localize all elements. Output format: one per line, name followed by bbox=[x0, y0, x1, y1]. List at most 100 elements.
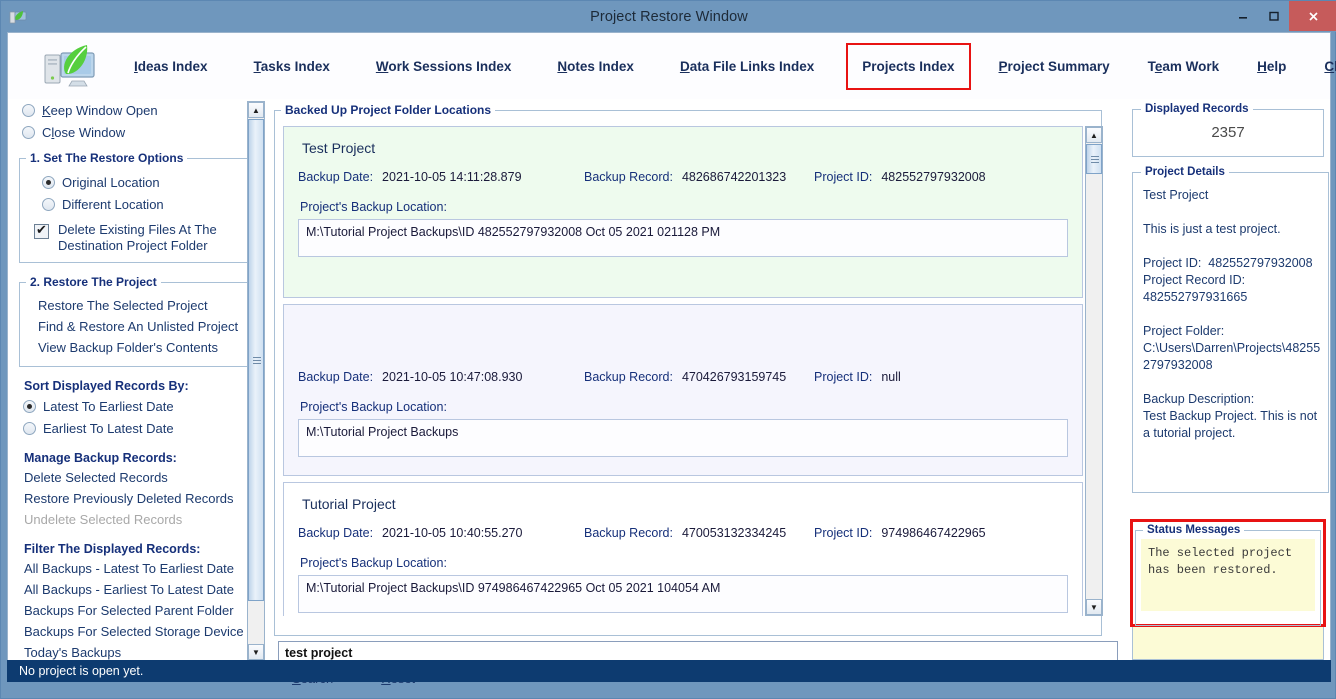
menu-item-ideas-index[interactable]: IIdeas Indexdeas Index bbox=[124, 52, 218, 81]
backup-records-list: Test Project Backup Date: 2021-10-05 14:… bbox=[283, 126, 1083, 616]
backup-record-card[interactable]: Test Project Backup Date: 2021-10-05 14:… bbox=[283, 126, 1083, 298]
backup-date-label: Backup Date: bbox=[298, 370, 374, 384]
scroll-thumb[interactable] bbox=[1086, 144, 1102, 174]
backup-record-label: Backup Record: bbox=[584, 370, 673, 384]
link-todays-backups[interactable]: Today's Backups bbox=[10, 642, 258, 662]
card-project-title: Tutorial Project bbox=[302, 496, 396, 512]
main-menu-bar: IIdeas Indexdeas Index Tasks Index Work … bbox=[8, 33, 1336, 99]
radio-close-window[interactable]: Close Window bbox=[10, 121, 258, 143]
status-messages-legend: Status Messages bbox=[1147, 524, 1241, 536]
backup-location-field[interactable]: M:\Tutorial Project Backups\ID 974986467… bbox=[298, 575, 1068, 613]
menu-item-team-work[interactable]: Team Work bbox=[1138, 52, 1230, 81]
card-project-title bbox=[298, 315, 1068, 348]
menu-item-close-program[interactable]: Close Program bbox=[1314, 52, 1336, 81]
restore-project-legend: 2. Restore The Project bbox=[30, 275, 157, 289]
backup-location-label: Project's Backup Location: bbox=[300, 400, 447, 414]
menu-item-projects-index[interactable]: Projects Index bbox=[846, 42, 971, 90]
backup-record-label: Backup Record: bbox=[584, 170, 673, 184]
scroll-grip bbox=[253, 357, 261, 364]
radio-original-location[interactable]: Original Location bbox=[24, 171, 244, 193]
project-details-legend: Project Details bbox=[1145, 166, 1225, 178]
link-delete-selected-records[interactable]: Delete Selected Records bbox=[10, 467, 258, 488]
displayed-records-value: 2357 bbox=[1211, 124, 1245, 141]
title-bar: Project Restore Window bbox=[1, 1, 1336, 32]
radio-earliest-to-latest[interactable]: Earliest To Latest Date bbox=[10, 417, 258, 439]
radio-label: Earliest To Latest Date bbox=[43, 420, 174, 436]
project-id-value: 482552797932008 bbox=[881, 170, 986, 184]
link-all-backups-earliest-to-latest[interactable]: All Backups - Earliest To Latest Date bbox=[10, 579, 258, 600]
backup-date-label: Backup Date: bbox=[298, 170, 374, 184]
radio-keep-window-open[interactable]: Keep Window Open bbox=[10, 99, 258, 121]
scroll-down-button[interactable]: ▼ bbox=[248, 644, 264, 660]
checkbox-indicator bbox=[34, 222, 49, 239]
close-button[interactable] bbox=[1289, 1, 1336, 31]
backup-record-value: 470053132334245 bbox=[681, 526, 787, 540]
menu-item-project-summary[interactable]: Project Summary bbox=[989, 52, 1120, 81]
status-messages-highlight: Status Messages The selected project has… bbox=[1130, 519, 1326, 627]
scroll-up-button[interactable]: ▲ bbox=[248, 102, 264, 118]
menu-items: IIdeas Indexdeas Index Tasks Index Work … bbox=[124, 42, 1336, 90]
checkbox-delete-existing-files[interactable]: Delete Existing Files At The Destination… bbox=[24, 222, 244, 254]
restore-project-group: 2. Restore The Project Restore The Selec… bbox=[19, 275, 249, 367]
radio-indicator bbox=[23, 399, 36, 413]
sidebar-scrollbar[interactable]: ▲ ▼ bbox=[247, 101, 265, 661]
maximize-button[interactable] bbox=[1258, 1, 1289, 31]
backup-location-label: Project's Backup Location: bbox=[300, 200, 447, 214]
client-area: IIdeas Indexdeas Index Tasks Index Work … bbox=[7, 32, 1336, 686]
scroll-up-button[interactable]: ▲ bbox=[1086, 127, 1102, 143]
status-bar-text: No project is open yet. bbox=[19, 664, 144, 678]
link-all-backups-latest-to-earliest[interactable]: All Backups - Latest To Earliest Date bbox=[10, 558, 258, 579]
backup-record-card[interactable]: Backup Date: 2021-10-05 10:47:08.930 Bac… bbox=[283, 304, 1083, 476]
link-view-backup-folder-contents[interactable]: View Backup Folder's Contents bbox=[24, 337, 244, 358]
application-window: Project Restore Window Ideas Index Tasks… bbox=[0, 0, 1336, 699]
card-project-title: Test Project bbox=[302, 140, 376, 156]
card-meta-row: Backup Date: 2021-10-05 10:40:55.270 Bac… bbox=[298, 526, 1068, 540]
backup-location-label: Project's Backup Location: bbox=[300, 556, 447, 570]
backup-record-value: 470426793159745 bbox=[681, 370, 787, 384]
card-meta-row: Backup Date: 2021-10-05 14:11:28.879 Bac… bbox=[298, 170, 1068, 184]
minimize-button[interactable] bbox=[1227, 1, 1258, 31]
radio-label: Close Window bbox=[42, 124, 126, 140]
radio-label: Original Location bbox=[62, 174, 160, 190]
project-id-value: null bbox=[881, 370, 901, 384]
backup-record-label: Backup Record: bbox=[584, 526, 673, 540]
backup-location-field[interactable]: M:\Tutorial Project Backups\ID 482552797… bbox=[298, 219, 1068, 257]
radio-latest-to-earliest[interactable]: Latest To Earliest Date bbox=[10, 395, 258, 417]
radio-different-location[interactable]: Different Location bbox=[24, 193, 244, 215]
scroll-down-button[interactable]: ▼ bbox=[1086, 599, 1102, 615]
leaf-computer-logo-icon bbox=[42, 42, 100, 90]
link-backups-selected-storage-device[interactable]: Backups For Selected Storage Device bbox=[10, 621, 258, 642]
project-details-text: Test Project This is just a test project… bbox=[1143, 188, 1321, 440]
menu-item-tasks-index[interactable]: Tasks Index bbox=[244, 52, 340, 81]
backup-date-label: Backup Date: bbox=[298, 526, 374, 540]
project-id-label: Project ID: bbox=[814, 370, 873, 384]
filter-heading: Filter The Displayed Records: bbox=[24, 542, 201, 556]
backup-date-value: 2021-10-05 14:11:28.879 bbox=[382, 170, 522, 184]
restore-options-group: 1. Set The Restore Options Original Loca… bbox=[19, 151, 249, 263]
records-scrollbar[interactable]: ▲ ▼ bbox=[1085, 126, 1103, 616]
menu-item-work-sessions-index[interactable]: Work Sessions Index bbox=[366, 52, 522, 81]
scroll-thumb[interactable] bbox=[248, 119, 264, 601]
radio-label: Different Location bbox=[62, 196, 164, 212]
window-controls bbox=[1227, 1, 1336, 31]
menu-item-notes-index[interactable]: Notes Index bbox=[547, 52, 644, 81]
sort-heading: Sort Displayed Records By: bbox=[24, 379, 189, 393]
link-restore-selected-project[interactable]: Restore The Selected Project bbox=[24, 295, 244, 316]
project-details-group: Project Details Test Project This is jus… bbox=[1132, 166, 1330, 493]
main-content: Backed Up Project Folder Locations Test … bbox=[270, 99, 1124, 686]
status-messages-group: Status Messages The selected project has… bbox=[1135, 524, 1321, 626]
link-find-restore-unlisted-project[interactable]: Find & Restore An Unlisted Project bbox=[24, 316, 244, 337]
link-backups-selected-parent-folder[interactable]: Backups For Selected Parent Folder bbox=[10, 600, 258, 621]
project-id-value: 974986467422965 bbox=[881, 526, 986, 540]
backup-location-field[interactable]: M:\Tutorial Project Backups bbox=[298, 419, 1068, 457]
status-messages-overflow bbox=[1132, 627, 1324, 660]
menu-item-data-file-links-index[interactable]: Data File Links Index bbox=[670, 52, 824, 81]
backup-record-card[interactable]: Tutorial Project Backup Date: 2021-10-05… bbox=[283, 482, 1083, 616]
radio-label: Keep Window Open bbox=[42, 102, 158, 118]
checkbox-label: Delete Existing Files At The Destination… bbox=[58, 222, 217, 253]
backup-record-value: 482686742201323 bbox=[681, 170, 787, 184]
radio-indicator bbox=[42, 175, 55, 189]
backup-date-value: 2021-10-05 10:47:08.930 bbox=[382, 370, 523, 384]
menu-item-help[interactable]: Help bbox=[1247, 52, 1296, 81]
link-restore-previously-deleted-records[interactable]: Restore Previously Deleted Records bbox=[10, 488, 258, 509]
